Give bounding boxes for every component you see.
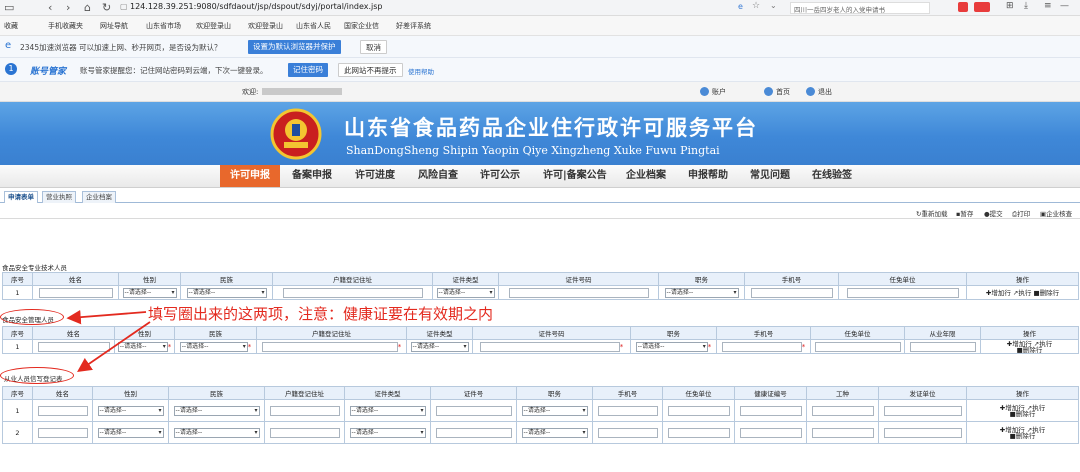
annotation-text: 填写圈出来的这两项，注意：健康证要在有效期之内 (148, 305, 494, 323)
annotation-arrows (66, 309, 151, 373)
arrow-to-staff (77, 321, 151, 373)
arrow-to-manager (66, 309, 147, 325)
